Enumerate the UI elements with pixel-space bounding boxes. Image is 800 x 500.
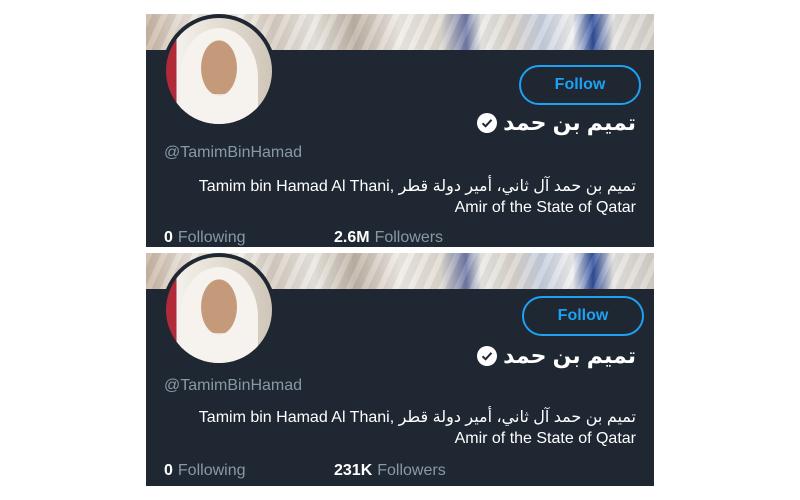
followers-stat[interactable]: 231K Followers: [334, 462, 446, 480]
bio-line-2: Amir of the State of Qatar: [454, 430, 636, 447]
followers-label: Followers: [374, 229, 444, 246]
following-stat[interactable]: 0 Following: [164, 462, 334, 480]
followers-label: Followers: [377, 462, 446, 479]
bio: Tamim bin Hamad Al Thani, تميم بن حمد آل…: [166, 176, 636, 218]
profile-card-bottom: Follow تميم بن حمد @TamimBinHamad Tamim …: [146, 253, 654, 486]
following-count: 0: [164, 462, 173, 479]
bio-line-2: Amir of the State of Qatar: [454, 199, 636, 216]
following-label: Following: [177, 229, 246, 246]
avatar[interactable]: [162, 14, 276, 128]
followers-count: 231K: [334, 462, 373, 479]
following-count: 0: [164, 229, 173, 246]
avatar-photo: [166, 257, 272, 363]
display-name: تميم بن حمد: [477, 343, 636, 369]
bio-line-1: Tamim bin Hamad Al Thani, تميم بن حمد آل…: [198, 178, 636, 195]
avatar[interactable]: [162, 253, 276, 367]
verified-badge-icon: [477, 113, 498, 133]
following-label: Following: [177, 462, 246, 479]
follow-button[interactable]: Follow: [519, 65, 641, 105]
profile-stats: 0 Following 2.6M Followers: [164, 229, 443, 247]
profile-stats: 0 Following 231K Followers: [164, 462, 446, 480]
user-handle: @TamimBinHamad: [164, 144, 303, 161]
verified-badge-icon: [477, 346, 498, 366]
followers-count: 2.6M: [334, 229, 370, 246]
bio-line-1: Tamim bin Hamad Al Thani, تميم بن حمد آل…: [198, 409, 636, 426]
avatar-photo: [166, 18, 272, 124]
bio: Tamim bin Hamad Al Thani, تميم بن حمد آل…: [166, 407, 636, 449]
followers-stat[interactable]: 2.6M Followers: [334, 229, 443, 247]
user-handle: @TamimBinHamad: [164, 377, 303, 394]
display-name-text: تميم بن حمد: [503, 110, 636, 135]
profile-card-top: Follow تميم بن حمد @TamimBinHamad Tamim …: [146, 14, 654, 247]
display-name: تميم بن حمد: [477, 110, 636, 136]
display-name-text: تميم بن حمد: [503, 343, 636, 368]
following-stat[interactable]: 0 Following: [164, 229, 334, 247]
follow-button[interactable]: Follow: [522, 296, 644, 336]
